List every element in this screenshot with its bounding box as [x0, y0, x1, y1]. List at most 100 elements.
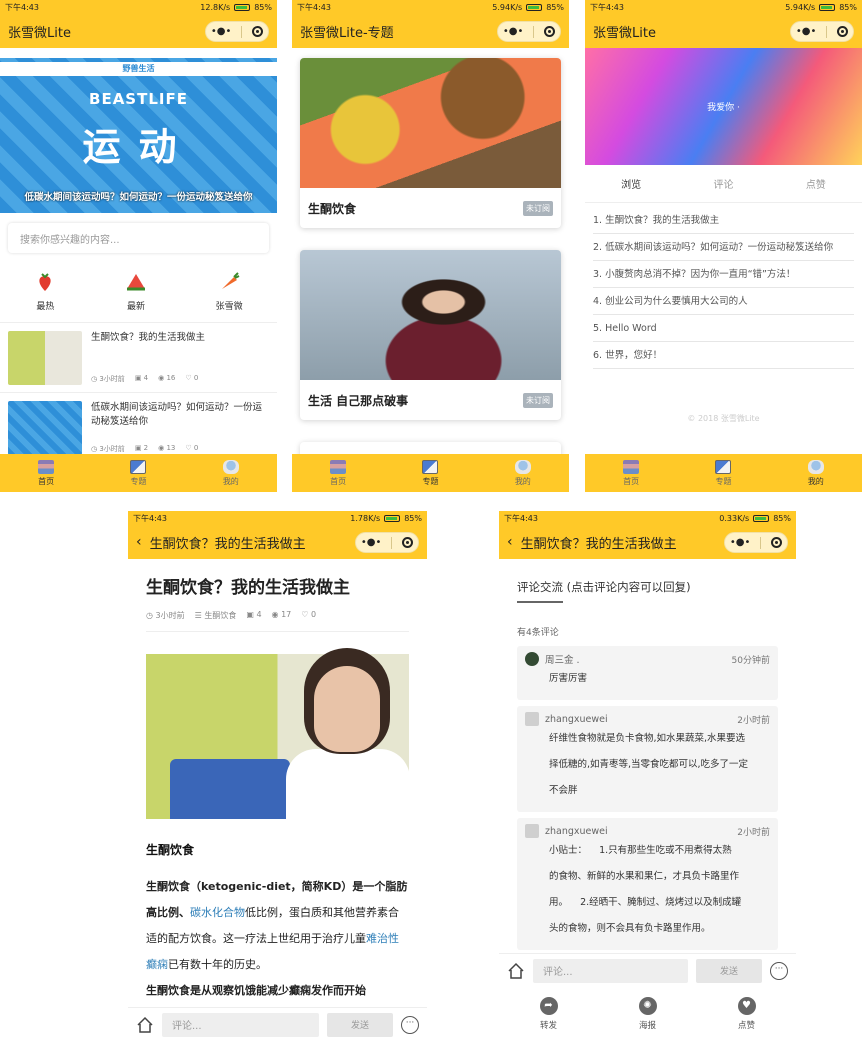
comment-text: 厉害厉害: [549, 673, 588, 684]
status-bar: 下午4:43 12.8K/s 85%: [0, 0, 277, 14]
more-menu-button[interactable]: •●•: [361, 537, 382, 548]
more-icon[interactable]: ···: [401, 1015, 419, 1034]
tab-mine[interactable]: 我的: [770, 454, 862, 492]
tab-home[interactable]: 首页: [585, 454, 677, 492]
comments-screen: 下午4:43 0.33K/s 85% ‹ 生酮饮食？我的生活我做主 •●• 评论交…: [499, 511, 796, 1041]
status-time: 下午4:43: [5, 2, 39, 12]
article-title: 生酮饮食？我的生活我做主: [146, 578, 350, 598]
tab-topics[interactable]: 专题: [92, 454, 184, 492]
battery-level: 85%: [254, 2, 272, 12]
profile-motto: 我爱你 ·: [707, 103, 740, 113]
tab-home-label: 首页: [623, 476, 640, 486]
send-button[interactable]: 发送: [696, 958, 762, 983]
battery-icon: [526, 3, 543, 11]
banner-carousel[interactable]: 野兽生活 BEASTLIFE 运动 低碳水期间该运动吗？如何运动？一份运动秘笈送…: [0, 58, 277, 213]
comment-time: 2小时前: [737, 715, 770, 726]
home-icon[interactable]: [507, 962, 525, 980]
comment-item[interactable]: 周三金 . 50分钟前 厉害厉害: [517, 646, 778, 700]
back-icon[interactable]: ‹: [136, 534, 142, 550]
close-program-button[interactable]: [402, 537, 414, 548]
tab-bar: 首页 专题 我的: [585, 454, 862, 492]
tab-home-label: 首页: [330, 476, 347, 486]
nav-bar: ‹ 生酮饮食？我的生活我做主 •●•: [128, 525, 427, 559]
avatar: [525, 824, 539, 838]
comment-item[interactable]: zhangxuewei 2小时前 纤维性食物就是负卡食物,如水果蔬菜,水果要选 择低…: [517, 706, 778, 812]
post-thumbnail: [8, 401, 82, 455]
tab-home[interactable]: 首页: [0, 454, 92, 492]
comment-input[interactable]: 评论...: [533, 958, 688, 983]
category-hot[interactable]: 最热: [34, 271, 56, 312]
net-speed: 5.94K/s: [492, 2, 523, 12]
topic-title: 生活 自己那点破事: [308, 393, 409, 408]
close-program-button[interactable]: [252, 26, 264, 37]
post-meta: ◷ 3小时前 ▣ 2 ◉ 13 ♡ 0: [91, 444, 199, 453]
topic-tab-icon: [422, 459, 439, 474]
banner-brand: BEASTLIFE: [89, 90, 188, 108]
comment-time: 50分钟前: [731, 655, 770, 666]
history-item[interactable]: 5. Hello Word: [593, 315, 854, 342]
mini-program-capsule: •●•: [355, 532, 419, 553]
history-item[interactable]: 4. 创业公司为什么要慎用大公司的人: [593, 288, 854, 315]
history-item[interactable]: 1. 生酮饮食？我的生活我做主: [593, 207, 854, 234]
share-button[interactable]: ➦ 转发: [539, 997, 558, 1031]
comment-input[interactable]: 评论...: [162, 1012, 319, 1037]
comment-user: 周三金 .: [545, 655, 580, 666]
category-new[interactable]: 最新: [125, 271, 147, 312]
net-speed: 5.94K/s: [785, 2, 816, 12]
status-time: 下午4:43: [504, 513, 538, 523]
tab-browse[interactable]: 浏览: [621, 176, 641, 191]
carrot-icon: [222, 272, 240, 289]
close-program-button[interactable]: [544, 26, 556, 37]
tab-topics-label: 专题: [715, 476, 732, 486]
avatar: [525, 712, 539, 726]
category-author[interactable]: 张雪微: [216, 271, 243, 312]
subscribe-badge[interactable]: 未订阅: [523, 392, 553, 408]
back-icon[interactable]: ‹: [507, 534, 513, 550]
more-menu-button[interactable]: •●•: [211, 26, 232, 37]
send-button[interactable]: 发送: [327, 1012, 393, 1037]
battery-icon: [819, 3, 836, 11]
search-input[interactable]: 搜索你感兴趣的内容...: [8, 223, 269, 253]
mini-program-capsule: •●•: [790, 21, 854, 42]
more-icon[interactable]: ···: [770, 961, 788, 980]
tab-topics[interactable]: 专题: [677, 454, 769, 492]
topic-card[interactable]: 生酮饮食 未订阅: [300, 58, 561, 228]
comment-item[interactable]: zhangxuewei 2小时前 小贴士： 1.只有那些生吃或不用煮得太熟 的食物、…: [517, 818, 778, 950]
tab-comments[interactable]: 评论: [713, 176, 733, 191]
status-time: 下午4:43: [297, 2, 331, 12]
topic-card[interactable]: 生活 自己那点破事 未订阅: [300, 250, 561, 420]
mine-screen: 下午4:43 5.94K/s 85% 张雪微Lite •●• 我爱你 · 浏览 评…: [585, 0, 862, 492]
post-title: 低碳水期间该运动吗？如何运动？一份运动秘笈送给你: [91, 402, 263, 427]
like-button[interactable]: ♥ 点赞: [737, 997, 756, 1031]
close-program-button[interactable]: [771, 537, 783, 548]
article-category: ☰ 生酮饮食: [194, 611, 237, 620]
more-menu-button[interactable]: •●•: [730, 537, 751, 548]
post-title: 生酮饮食？我的生活我做主: [91, 332, 206, 343]
history-item[interactable]: 6. 世界，您好！: [593, 342, 854, 369]
link-carbohydrate[interactable]: 碳水化合物: [190, 906, 245, 919]
tab-mine[interactable]: 我的: [185, 454, 277, 492]
list-item[interactable]: 生酮饮食？我的生活我做主 ◷ 3小时前 ▣ 4 ◉ 16 ♡ 0: [0, 322, 277, 392]
topic-title: 生酮饮食: [308, 201, 357, 216]
topic-image: [300, 58, 561, 188]
tab-topics[interactable]: 专题: [384, 454, 476, 492]
tab-mine[interactable]: 我的: [477, 454, 569, 492]
banner-tag: 野兽生活: [0, 62, 277, 76]
close-program-button[interactable]: [837, 26, 849, 37]
topic-tab-icon: [715, 459, 732, 474]
list-item[interactable]: 低碳水期间该运动吗？如何运动？一份运动秘笈送给你 ◷ 3小时前 ▣ 2 ◉ 13 ♡ …: [0, 392, 277, 462]
history-item[interactable]: 3. 小腹赘肉总消不掉？因为你一直用“错”方法！: [593, 261, 854, 288]
tab-likes[interactable]: 点赞: [806, 176, 826, 191]
subscribe-badge[interactable]: 未订阅: [523, 200, 553, 216]
banner-headline: 运动: [82, 125, 195, 169]
mine-tab-icon: [514, 459, 531, 474]
home-icon[interactable]: [136, 1016, 154, 1034]
tab-home[interactable]: 首页: [292, 454, 384, 492]
poster-button[interactable]: ✺ 海报: [638, 997, 657, 1031]
history-item[interactable]: 2. 低碳水期间该运动吗？如何运动？一份运动秘笈送给你: [593, 234, 854, 261]
more-menu-button[interactable]: •●•: [503, 26, 524, 37]
battery-level: 85%: [546, 2, 564, 12]
more-menu-button[interactable]: •●•: [796, 26, 817, 37]
share-label: 转发: [539, 1021, 557, 1031]
poster-icon: ✺: [638, 997, 657, 1015]
